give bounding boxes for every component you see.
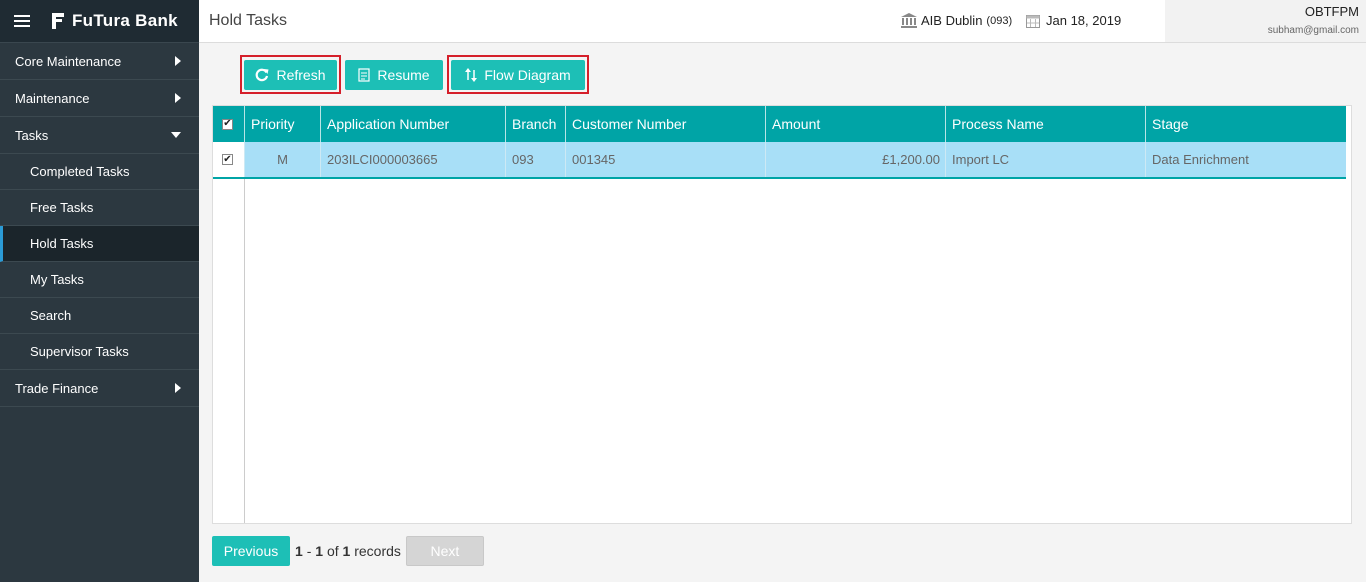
select-all-checkbox[interactable]: ✔ bbox=[222, 118, 233, 130]
sidebar-item-trade-finance[interactable]: Trade Finance bbox=[0, 370, 199, 407]
business-date: Jan 18, 2019 bbox=[1026, 13, 1121, 28]
cell-application-number: 203ILCI000003665 bbox=[321, 142, 506, 177]
column-priority[interactable]: Priority bbox=[245, 106, 321, 142]
sidebar-item-search[interactable]: Search bbox=[0, 298, 199, 334]
column-branch[interactable]: Branch bbox=[506, 106, 566, 142]
bank-logo-icon bbox=[52, 13, 64, 29]
records-label: records bbox=[354, 543, 401, 559]
refresh-label: Refresh bbox=[276, 67, 326, 83]
cell-amount: £1,200.00 bbox=[766, 142, 946, 177]
user-email: subham@gmail.com bbox=[1267, 25, 1359, 36]
column-amount[interactable]: Amount bbox=[766, 106, 946, 142]
hamburger-icon[interactable] bbox=[14, 12, 30, 30]
chevron-right-icon bbox=[175, 93, 181, 103]
column-application-number[interactable]: Application Number bbox=[321, 106, 506, 142]
sidebar-item-label: Trade Finance bbox=[15, 380, 99, 396]
branch-selector[interactable]: AIB Dublin (093) bbox=[901, 13, 1012, 28]
chevron-down-icon bbox=[171, 132, 181, 138]
column-stage[interactable]: Stage bbox=[1146, 106, 1346, 142]
user-menu[interactable]: OBTFPM subham@gmail.com bbox=[1165, 0, 1366, 42]
calendar-icon bbox=[1026, 14, 1040, 28]
sidebar-item-free-tasks[interactable]: Free Tasks bbox=[0, 190, 199, 226]
refresh-icon bbox=[256, 68, 269, 82]
previous-button[interactable]: Previous bbox=[212, 536, 290, 566]
sidebar: FuTura Bank Core Maintenance Maintenance… bbox=[0, 0, 199, 582]
sidebar-item-my-tasks[interactable]: My Tasks bbox=[0, 262, 199, 298]
resume-button[interactable]: Resume bbox=[345, 60, 443, 90]
branch-name: AIB Dublin bbox=[921, 13, 983, 28]
date-value: Jan 18, 2019 bbox=[1046, 13, 1122, 28]
branch-code: (093) bbox=[986, 14, 1013, 27]
range-start: 1 bbox=[295, 543, 303, 559]
range-dash: - bbox=[306, 543, 312, 559]
sidebar-item-completed-tasks[interactable]: Completed Tasks bbox=[0, 154, 199, 190]
cell-branch: 093 bbox=[506, 142, 566, 177]
chevron-right-icon bbox=[175, 383, 181, 393]
top-header: Hold Tasks AIB Dublin (093) Jan 18, 2019… bbox=[199, 0, 1366, 43]
flow-diagram-icon bbox=[465, 68, 478, 82]
resume-icon bbox=[358, 68, 371, 82]
sidebar-item-hold-tasks[interactable]: Hold Tasks bbox=[0, 226, 199, 262]
sidebar-item-maintenance[interactable]: Maintenance bbox=[0, 80, 199, 117]
grid-header: ✔ Priority Application Number Branch Cus… bbox=[213, 106, 1346, 142]
sidebar-item-supervisor-tasks[interactable]: Supervisor Tasks bbox=[0, 334, 199, 370]
row-checkbox[interactable]: ✔ bbox=[222, 154, 233, 165]
sidebar-item-label: Maintenance bbox=[15, 90, 90, 106]
sidebar-item-label: Core Maintenance bbox=[15, 53, 122, 69]
hold-tasks-grid: ✔ Priority Application Number Branch Cus… bbox=[212, 105, 1352, 524]
page-title: Hold Tasks bbox=[209, 12, 287, 29]
column-process-name[interactable]: Process Name bbox=[946, 106, 1146, 142]
flow-diagram-label: Flow Diagram bbox=[484, 67, 571, 83]
cell-stage: Data Enrichment bbox=[1152, 152, 1249, 167]
table-row[interactable]: ✔ M 203ILCI000003665 093 001345 £1,200.0… bbox=[213, 142, 1346, 179]
grid-select-strip bbox=[213, 179, 245, 523]
select-all-column: ✔ bbox=[213, 106, 245, 142]
user-name: OBTFPM bbox=[1304, 4, 1359, 19]
pagination: Previous 1 - 1 of 1 records Next bbox=[212, 536, 484, 566]
sidebar-item-tasks[interactable]: Tasks bbox=[0, 117, 199, 154]
resume-label: Resume bbox=[377, 67, 430, 83]
main-content: Refresh Resume Flow Diagram ✔ Priority A… bbox=[199, 43, 1366, 582]
sidebar-item-core-maintenance[interactable]: Core Maintenance bbox=[0, 43, 199, 80]
row-select-cell: ✔ bbox=[213, 142, 245, 177]
chevron-right-icon bbox=[175, 56, 181, 66]
sidebar-menu: Core Maintenance Maintenance Tasks Compl… bbox=[0, 43, 199, 407]
brand-name: FuTura Bank bbox=[72, 11, 178, 30]
flow-diagram-button[interactable]: Flow Diagram bbox=[451, 60, 585, 90]
record-count: 1 - 1 of 1 records bbox=[295, 543, 401, 559]
cell-process-name: Import LC bbox=[946, 142, 1146, 177]
sidebar-item-label: Tasks bbox=[15, 127, 49, 143]
brand-bar: FuTura Bank bbox=[0, 0, 199, 43]
cell-priority: M bbox=[245, 142, 321, 177]
next-button[interactable]: Next bbox=[405, 536, 484, 566]
range-end: 1 bbox=[315, 543, 324, 559]
bank-building-icon bbox=[901, 13, 917, 28]
of-label: of bbox=[326, 543, 339, 559]
total-records: 1 bbox=[342, 543, 351, 559]
column-customer-number[interactable]: Customer Number bbox=[566, 106, 766, 142]
refresh-button[interactable]: Refresh bbox=[244, 60, 337, 90]
cell-customer-number: 001345 bbox=[566, 142, 766, 177]
